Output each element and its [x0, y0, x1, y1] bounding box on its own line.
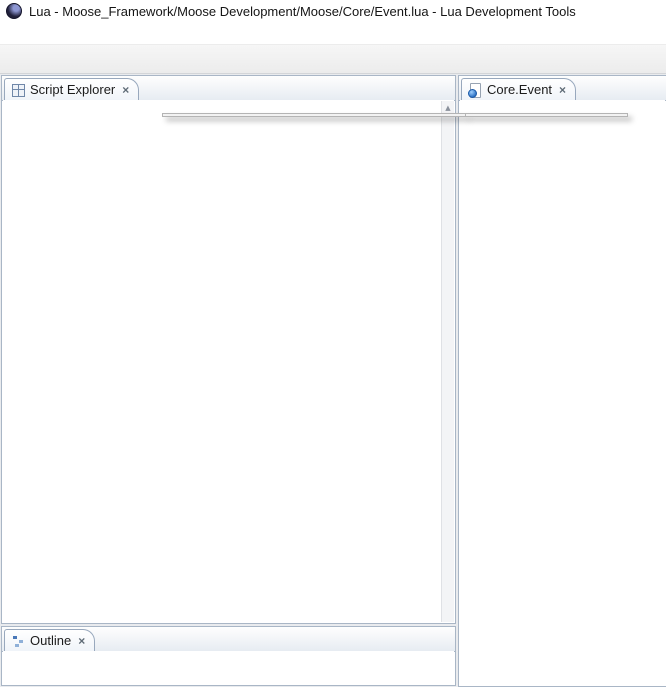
- close-icon[interactable]: ×: [559, 83, 566, 97]
- tab-script-explorer[interactable]: Script Explorer ×: [4, 78, 139, 100]
- new-submenu: [465, 113, 628, 117]
- scroll-up-icon[interactable]: ▲: [442, 101, 454, 112]
- app-icon: [6, 3, 22, 19]
- close-icon[interactable]: ×: [122, 83, 129, 97]
- editor-header: Core.Event ×: [459, 76, 666, 101]
- tab-label: Script Explorer: [30, 82, 115, 97]
- tab-core-event[interactable]: Core.Event ×: [461, 78, 576, 100]
- title-bar: Lua - Moose_Framework/Moose Development/…: [0, 0, 666, 22]
- code-editor[interactable]: [460, 100, 665, 685]
- tree-scrollbar[interactable]: ▲: [441, 101, 454, 622]
- outline-icon: [10, 633, 26, 649]
- workbench: Script Explorer × ▲ Outline ×: [0, 74, 666, 687]
- outline-header: Outline ×: [2, 627, 455, 652]
- script-explorer-header: Script Explorer ×: [2, 76, 455, 101]
- context-menu: [162, 113, 466, 117]
- outline-panel: Outline ×: [1, 626, 456, 686]
- tab-outline[interactable]: Outline ×: [4, 629, 95, 651]
- tab-label: Outline: [30, 633, 71, 648]
- close-icon[interactable]: ×: [78, 634, 85, 648]
- tab-label: Core.Event: [487, 82, 552, 97]
- script-explorer-icon: [10, 82, 26, 98]
- lua-file-icon: [467, 82, 483, 98]
- project-tree: [3, 100, 454, 622]
- editor-panel: Core.Event ×: [458, 75, 666, 687]
- window: Lua - Moose_Framework/Moose Development/…: [0, 0, 666, 687]
- window-title: Lua - Moose_Framework/Moose Development/…: [29, 4, 576, 19]
- menu-bar: [0, 22, 666, 45]
- outline-content: [3, 651, 454, 684]
- script-explorer-panel: Script Explorer × ▲: [1, 75, 456, 624]
- main-toolbar: [0, 45, 666, 74]
